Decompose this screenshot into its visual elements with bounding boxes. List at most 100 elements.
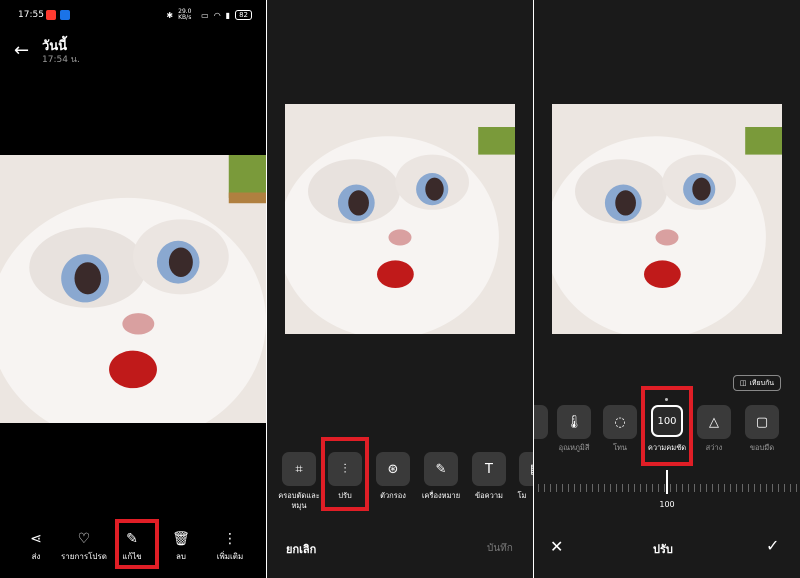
battery-icon: 82 [235, 10, 252, 20]
signal-icon: ▮ [225, 10, 231, 20]
edit-highlight-box [115, 519, 159, 569]
slider-tick [700, 484, 701, 492]
share-button[interactable]: ⋖ ส่ง [12, 530, 60, 563]
text-icon: T [485, 461, 493, 477]
slider-tick [604, 484, 605, 492]
vignette-option-label: ขอบมืด [749, 443, 775, 452]
slider-tick [574, 484, 575, 492]
brightness-option-label: สว่าง [705, 443, 723, 452]
filter-tool-label: ตัวกรอง [380, 491, 406, 500]
more-button[interactable]: ⋮ เพิ่มเติม [206, 530, 254, 563]
adjust-highlight-box [321, 437, 369, 511]
slider-tick [706, 484, 707, 492]
slider-tick [622, 484, 623, 492]
slider-tick [736, 484, 737, 492]
favorite-label: รายการโปรด [61, 552, 107, 561]
slider-tick [568, 484, 569, 492]
markup-tool-label: เครื่องหมาย [421, 491, 461, 500]
status-time: 17:55 [18, 10, 44, 20]
slider-tick [544, 484, 545, 492]
slider-tick [652, 484, 653, 492]
mosaic-tool-button[interactable]: ▦ [519, 452, 533, 486]
slider-tick [586, 484, 587, 492]
filter-tool-button[interactable]: ⊛ [376, 452, 410, 486]
tone-icon: ◌ [614, 414, 626, 430]
adjust-photo [552, 104, 782, 334]
close-icon[interactable]: ✕ [550, 537, 563, 556]
tone-option-label: โทน [612, 443, 628, 452]
mosaic-tool-label: โม [517, 491, 527, 500]
sharpness-highlight-box [641, 386, 693, 466]
slider-indicator[interactable] [666, 470, 668, 494]
cancel-button[interactable]: ยกเลิก [286, 540, 316, 558]
slider-tick [538, 484, 539, 492]
slider-tick [658, 484, 659, 492]
editor-screen: ⌗ ครอบตัดและหมุน ⫶ ปรับ ⊛ ตัวกรอง ✎ เครื… [267, 0, 533, 578]
slider-tick [730, 484, 731, 492]
vignette-icon: ▢ [755, 414, 769, 430]
text-tool-button[interactable]: T [472, 452, 506, 486]
photo[interactable] [0, 155, 266, 423]
favorite-button[interactable]: ♡ รายการโปรด [60, 530, 108, 563]
slider-tick [562, 484, 563, 492]
message-notification-icon [60, 10, 70, 20]
slider-tick [718, 484, 719, 492]
slider-tick [766, 484, 767, 492]
slider-tick [634, 484, 635, 492]
editor-photo [285, 104, 515, 334]
adjust-title: ปรับ [653, 543, 673, 556]
back-arrow-icon[interactable]: ← [14, 40, 29, 61]
sharpness-slider[interactable] [538, 482, 800, 494]
heart-icon: ♡ [77, 531, 91, 547]
slider-tick [610, 484, 611, 492]
wifi-icon: ◠ [213, 10, 221, 20]
crop-tool-button[interactable]: ⌗ [282, 452, 316, 486]
slider-tick [550, 484, 551, 492]
slider-tick [628, 484, 629, 492]
tone-option-button[interactable]: ◌ [603, 405, 637, 439]
slider-tick [760, 484, 761, 492]
net-speed: 29.0 KB/s [178, 8, 192, 21]
youtube-notification-icon [46, 10, 56, 20]
partial-option-chip[interactable] [534, 405, 548, 439]
photo-viewer-screen: 17:55 ✱ 29.0 KB/s ▭ ◠ ▮ 82 ← วันนี้ 17:5… [0, 0, 266, 578]
status-bar: 17:55 ✱ 29.0 KB/s ▭ ◠ ▮ 82 [0, 0, 266, 26]
vignette-option-button[interactable]: ▢ [745, 405, 779, 439]
slider-tick [796, 484, 797, 492]
mosaic-icon: ▦ [530, 462, 533, 477]
compare-button[interactable]: ◫ เทียบกัน [733, 375, 781, 391]
slider-tick [694, 484, 695, 492]
compare-label: เทียบกัน [749, 378, 775, 387]
slider-tick [754, 484, 755, 492]
compare-icon: ◫ [739, 379, 747, 387]
slider-tick [772, 484, 773, 492]
slider-tick [664, 484, 665, 492]
sim-icon: ▭ [201, 10, 209, 20]
more-label: เพิ่มเติม [216, 552, 244, 561]
save-button[interactable]: บันทึก [487, 541, 513, 556]
slider-value: 100 [659, 500, 675, 509]
filter-icon: ⊛ [387, 461, 399, 477]
markup-tool-button[interactable]: ✎ [424, 452, 458, 486]
delete-label: ลบ [176, 552, 186, 561]
slider-tick [790, 484, 791, 492]
temperature-option-label: อุณหภูมิสี [558, 443, 590, 452]
share-icon: ⋖ [30, 531, 42, 547]
slider-tick [646, 484, 647, 492]
slider-tick [556, 484, 557, 492]
slider-tick [712, 484, 713, 492]
slider-tick [742, 484, 743, 492]
check-icon[interactable]: ✓ [766, 536, 779, 555]
slider-tick [598, 484, 599, 492]
slider-tick [724, 484, 725, 492]
slider-tick [748, 484, 749, 492]
slider-tick [616, 484, 617, 492]
slider-tick [688, 484, 689, 492]
page-subtitle: 17:54 น. [42, 55, 80, 65]
brightness-option-button[interactable]: △ [697, 405, 731, 439]
delete-button[interactable]: 🗑 ลบ [157, 530, 205, 563]
slider-tick [592, 484, 593, 492]
bluetooth-icon: ✱ [166, 10, 174, 20]
temperature-option-button[interactable]: 🌡 [557, 405, 591, 439]
slider-tick [778, 484, 779, 492]
